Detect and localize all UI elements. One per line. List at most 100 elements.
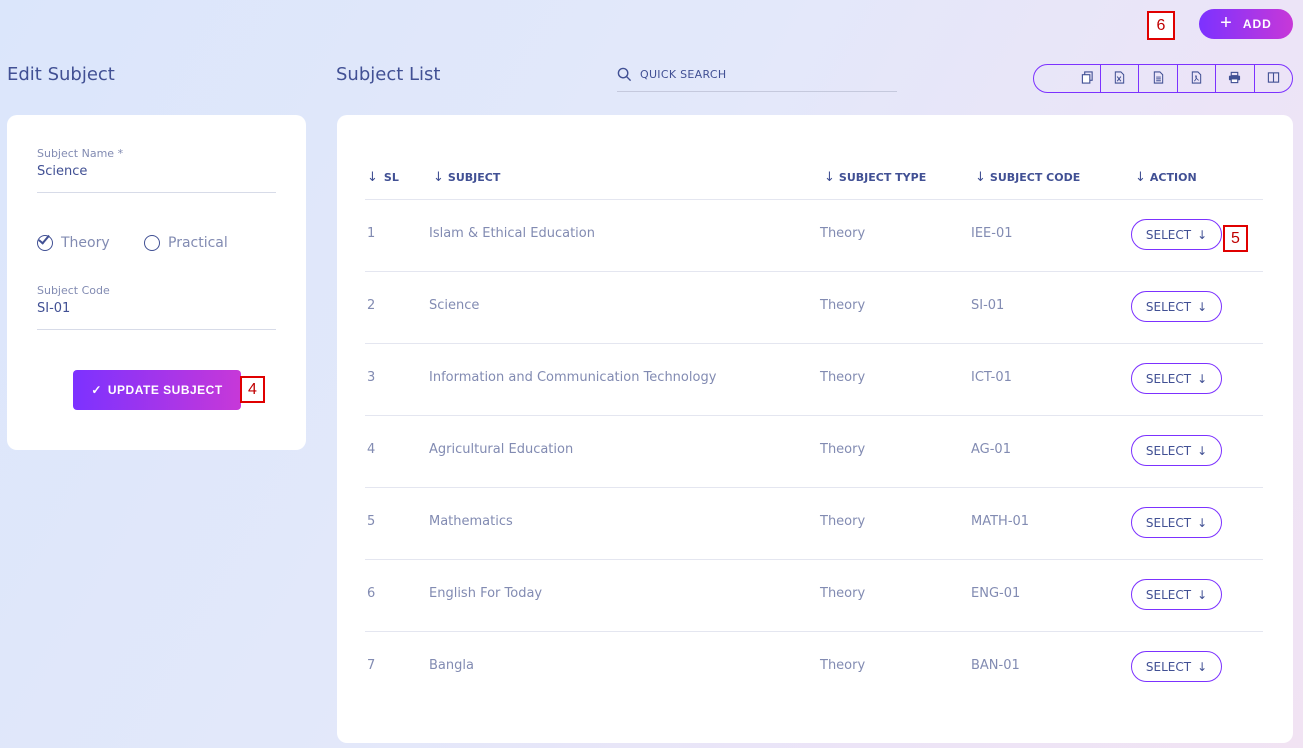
row-sl: 4 — [367, 442, 376, 457]
row-divider — [365, 559, 1263, 560]
select-dropdown-button[interactable]: SELECT ↓ — [1131, 435, 1222, 466]
row-subject-type: Theory — [820, 658, 866, 673]
arrow-down-icon: ↓ — [1197, 443, 1208, 458]
radio-practical[interactable]: Practical — [144, 235, 228, 251]
add-button-label: ADD — [1242, 17, 1272, 31]
column-header-label: SUBJECT CODE — [989, 171, 1081, 184]
pdf-button[interactable] — [1178, 65, 1217, 92]
row-sl: 7 — [367, 658, 376, 673]
marker-badge-5: 5 — [1223, 225, 1248, 252]
row-subject-code: AG-01 — [971, 442, 1011, 457]
column-header-label: SUBJECT TYPE — [838, 171, 927, 184]
select-dropdown-button[interactable]: SELECT ↓ — [1131, 219, 1222, 250]
subject-name-field[interactable]: Science — [37, 164, 87, 179]
select-button-label: SELECT — [1145, 371, 1192, 386]
arrow-down-icon: ↓ — [1197, 659, 1208, 674]
marker-badge-6: 6 — [1147, 11, 1175, 40]
row-subject: English For Today — [429, 586, 543, 601]
add-button[interactable]: + ADD — [1199, 9, 1293, 39]
select-button-label: SELECT — [1145, 515, 1192, 530]
sort-arrow-icon: ↓ — [433, 170, 444, 185]
select-dropdown-button[interactable]: SELECT ↓ — [1131, 363, 1222, 394]
column-header-label: SUBJECT — [447, 171, 501, 184]
quick-search — [617, 58, 897, 92]
column-header-subject[interactable]: ↓ SUBJECT — [433, 170, 500, 185]
row-subject-code: IEE-01 — [971, 226, 1013, 241]
sort-arrow-icon: ↓ — [367, 170, 378, 185]
row-subject-type: Theory — [820, 586, 866, 601]
print-button[interactable] — [1216, 65, 1255, 92]
header-divider — [365, 199, 1263, 200]
row-sl: 5 — [367, 514, 376, 529]
row-sl: 2 — [367, 298, 376, 313]
row-subject-code: SI-01 — [971, 298, 1005, 313]
columns-icon — [1267, 71, 1280, 87]
radio-theory[interactable]: Theory — [37, 232, 110, 251]
select-dropdown-button[interactable]: SELECT ↓ — [1131, 507, 1222, 538]
column-header-label: ACTION — [1149, 171, 1197, 184]
row-subject: Information and Communication Technology — [429, 370, 717, 385]
subject-code-label: Subject Code — [37, 284, 110, 297]
subject-code-field[interactable]: SI-01 — [37, 301, 70, 316]
search-input[interactable] — [640, 68, 880, 81]
row-subject-code: ENG-01 — [971, 586, 1021, 601]
row-divider — [365, 631, 1263, 632]
select-button-label: SELECT — [1145, 299, 1192, 314]
arrow-down-icon: ↓ — [1197, 371, 1208, 386]
row-subject: Science — [429, 298, 480, 313]
column-header-action[interactable]: ↓ ACTION — [1135, 170, 1197, 185]
sort-arrow-icon: ↓ — [1135, 170, 1146, 185]
export-toolbar — [1033, 64, 1293, 93]
row-subject-type: Theory — [820, 442, 866, 457]
row-divider — [365, 271, 1263, 272]
subject-code-underline — [37, 329, 276, 330]
print-icon — [1228, 71, 1241, 87]
row-subject-type: Theory — [820, 370, 866, 385]
select-dropdown-button[interactable]: SELECT ↓ — [1131, 651, 1222, 682]
arrow-down-icon: ↓ — [1197, 227, 1208, 242]
csv-icon — [1152, 70, 1165, 87]
subject-name-underline — [37, 192, 276, 193]
column-header-sl[interactable]: ↓ SL — [367, 170, 399, 185]
excel-button[interactable] — [1101, 65, 1140, 92]
row-subject-code: BAN-01 — [971, 658, 1020, 673]
row-subject-code: ICT-01 — [971, 370, 1012, 385]
checked-radio-icon — [37, 232, 53, 251]
arrow-down-icon: ↓ — [1197, 515, 1208, 530]
copy-icon — [1081, 70, 1094, 87]
excel-icon — [1113, 70, 1126, 87]
select-button-label: SELECT — [1145, 443, 1192, 458]
subject-list-title: Subject List — [336, 64, 441, 85]
row-subject: Mathematics — [429, 514, 513, 529]
select-button-label: SELECT — [1145, 227, 1192, 242]
select-dropdown-button[interactable]: SELECT ↓ — [1131, 579, 1222, 610]
check-icon: ✓ — [91, 383, 102, 397]
column-header-label: SL — [383, 171, 399, 184]
update-subject-label: UPDATE SUBJECT — [107, 383, 223, 397]
select-button-label: SELECT — [1145, 659, 1192, 674]
marker-badge-4: 4 — [240, 376, 265, 403]
update-subject-button[interactable]: ✓ UPDATE SUBJECT — [73, 370, 241, 410]
subject-list-card — [337, 115, 1293, 743]
row-sl: 1 — [367, 226, 376, 241]
row-divider — [365, 343, 1263, 344]
select-dropdown-button[interactable]: SELECT ↓ — [1131, 291, 1222, 322]
row-subject: Agricultural Education — [429, 442, 574, 457]
copy-button[interactable] — [1034, 65, 1101, 92]
column-header-subject-code[interactable]: ↓ SUBJECT CODE — [975, 170, 1080, 185]
row-sl: 3 — [367, 370, 376, 385]
row-subject: Bangla — [429, 658, 474, 673]
row-subject-type: Theory — [820, 226, 866, 241]
row-divider — [365, 487, 1263, 488]
search-icon — [617, 67, 632, 82]
column-header-subject-type[interactable]: ↓ SUBJECT TYPE — [824, 170, 926, 185]
row-subject-code: MATH-01 — [971, 514, 1030, 529]
columns-button[interactable] — [1255, 65, 1292, 92]
unchecked-radio-icon — [144, 235, 160, 251]
csv-button[interactable] — [1139, 65, 1178, 92]
arrow-down-icon: ↓ — [1197, 299, 1208, 314]
row-subject: Islam & Ethical Education — [429, 226, 595, 241]
row-sl: 6 — [367, 586, 376, 601]
sort-arrow-icon: ↓ — [824, 170, 835, 185]
edit-subject-title: Edit Subject — [7, 64, 115, 85]
